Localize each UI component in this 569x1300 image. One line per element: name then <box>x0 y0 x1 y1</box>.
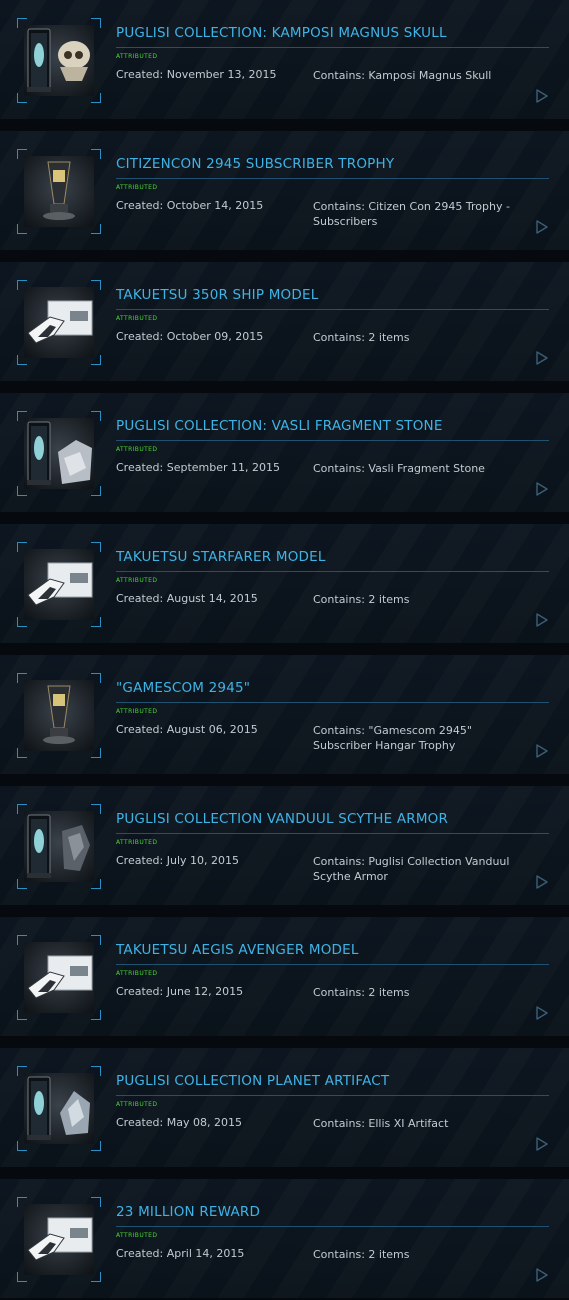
title-divider <box>116 571 549 572</box>
pledge-item[interactable]: TAKUETSU AEGIS AVENGER MODEL ATTRIBUTED Cr… <box>0 917 569 1036</box>
contains-text: Contains: Ellis XI Artifact <box>313 1117 449 1130</box>
status-badge: ATTRIBUTED <box>116 577 158 584</box>
created-date: Created: April 14, 2015 <box>116 1247 245 1260</box>
item-thumbnail <box>17 411 101 496</box>
item-title[interactable]: 23 MILLION REWARD <box>116 1204 260 1220</box>
created-date: Created: May 08, 2015 <box>116 1116 242 1129</box>
display-case-and-armor-image <box>24 811 94 882</box>
contains-text: Contains: Vasli Fragment Stone <box>313 462 485 475</box>
display-case-and-stone-image <box>24 418 94 489</box>
pledge-item[interactable]: PUGLISI COLLECTION: VASLI FRAGMENT STONE… <box>0 393 569 512</box>
pledge-item[interactable]: "GAMESCOM 2945" ATTRIBUTED Created: August… <box>0 655 569 774</box>
title-divider <box>116 964 549 965</box>
item-thumbnail <box>17 1066 101 1151</box>
item-title[interactable]: CITIZENCON 2945 SUBSCRIBER TROPHY <box>116 156 394 172</box>
trophy-image <box>24 680 94 751</box>
created-date: Created: June 12, 2015 <box>116 985 244 998</box>
created-date: Created: November 13, 2015 <box>116 68 277 81</box>
item-title[interactable]: PUGLISI COLLECTION: VASLI FRAGMENT STONE <box>116 418 443 434</box>
play-arrow-icon[interactable] <box>536 481 548 496</box>
status-badge: ATTRIBUTED <box>116 446 158 453</box>
created-date: Created: August 06, 2015 <box>116 723 258 736</box>
contains-text: Contains: Kamposi Magnus Skull <box>313 69 492 82</box>
title-divider <box>116 833 549 834</box>
play-arrow-icon[interactable] <box>536 1267 548 1282</box>
title-divider <box>116 440 549 441</box>
contains-text: Contains: 2 items <box>313 986 410 999</box>
play-arrow-icon[interactable] <box>536 350 548 365</box>
display-case-and-artifact-image <box>24 1073 94 1144</box>
play-arrow-icon[interactable] <box>536 1136 548 1151</box>
title-divider <box>116 1095 549 1096</box>
status-badge: ATTRIBUTED <box>116 53 158 60</box>
pledge-item[interactable]: PUGLISI COLLECTION: KAMPOSI MAGNUS SKULL… <box>0 0 569 119</box>
item-title[interactable]: TAKUETSU STARFARER MODEL <box>116 549 326 565</box>
contains-text: Contains: Puglisi Collection Vanduul Scy… <box>313 855 510 883</box>
pledge-item[interactable]: TAKUETSU 350R SHIP MODEL ATTRIBUTED Create… <box>0 262 569 381</box>
item-title[interactable]: PUGLISI COLLECTION: KAMPOSI MAGNUS SKULL <box>116 25 447 41</box>
play-arrow-icon[interactable] <box>536 88 548 103</box>
created-date: Created: October 14, 2015 <box>116 199 264 212</box>
item-thumbnail <box>17 673 101 758</box>
item-thumbnail <box>17 804 101 889</box>
pledge-item[interactable]: PUGLISI COLLECTION PLANET ARTIFACT ATTRIB… <box>0 1048 569 1167</box>
contains-text: Contains: "Gamescom 2945" Subscriber Han… <box>313 724 472 752</box>
pledge-item[interactable]: 23 MILLION REWARD ATTRIBUTED Created: Apri… <box>0 1179 569 1298</box>
title-divider <box>116 47 549 48</box>
status-badge: ATTRIBUTED <box>116 1232 158 1239</box>
ship-model-box-image <box>24 287 94 358</box>
item-title[interactable]: PUGLISI COLLECTION PLANET ARTIFACT <box>116 1073 389 1089</box>
play-arrow-icon[interactable] <box>536 219 548 234</box>
play-arrow-icon[interactable] <box>536 612 548 627</box>
contains-text: Contains: 2 items <box>313 331 410 344</box>
display-case-and-skull-image <box>24 25 94 96</box>
item-thumbnail <box>17 1197 101 1282</box>
ship-model-box-image <box>24 1204 94 1275</box>
play-arrow-icon[interactable] <box>536 743 548 758</box>
item-thumbnail <box>17 149 101 234</box>
item-thumbnail <box>17 280 101 365</box>
trophy-image <box>24 156 94 227</box>
created-date: Created: October 09, 2015 <box>116 330 264 343</box>
contains-text: Contains: Citizen Con 2945 Trophy - Subs… <box>313 200 510 228</box>
status-badge: ATTRIBUTED <box>116 184 158 191</box>
created-date: Created: August 14, 2015 <box>116 592 258 605</box>
item-title[interactable]: PUGLISI COLLECTION VANDUUL SCYTHE ARMOR <box>116 811 448 827</box>
contains-text: Contains: 2 items <box>313 593 410 606</box>
pledge-item[interactable]: TAKUETSU STARFARER MODEL ATTRIBUTED Create… <box>0 524 569 643</box>
ship-model-box-image <box>24 549 94 620</box>
contains-text: Contains: 2 items <box>313 1248 410 1261</box>
created-date: Created: September 11, 2015 <box>116 461 281 474</box>
ship-model-box-image <box>24 942 94 1013</box>
item-thumbnail <box>17 542 101 627</box>
title-divider <box>116 178 549 179</box>
pledge-item[interactable]: CITIZENCON 2945 SUBSCRIBER TROPHY ATTRIBU… <box>0 131 569 250</box>
status-badge: ATTRIBUTED <box>116 1101 158 1108</box>
status-badge: ATTRIBUTED <box>116 970 158 977</box>
status-badge: ATTRIBUTED <box>116 315 158 322</box>
title-divider <box>116 1226 549 1227</box>
play-arrow-icon[interactable] <box>536 1005 548 1020</box>
pledge-item[interactable]: PUGLISI COLLECTION VANDUUL SCYTHE ARMOR A… <box>0 786 569 905</box>
play-arrow-icon[interactable] <box>536 874 548 889</box>
title-divider <box>116 309 549 310</box>
item-title[interactable]: TAKUETSU 350R SHIP MODEL <box>116 287 318 303</box>
status-badge: ATTRIBUTED <box>116 708 158 715</box>
pledge-list: PUGLISI COLLECTION: KAMPOSI MAGNUS SKULL… <box>0 0 569 1300</box>
item-thumbnail <box>17 18 101 103</box>
created-date: Created: July 10, 2015 <box>116 854 239 867</box>
item-title[interactable]: TAKUETSU AEGIS AVENGER MODEL <box>116 942 359 958</box>
item-thumbnail <box>17 935 101 1020</box>
title-divider <box>116 702 549 703</box>
status-badge: ATTRIBUTED <box>116 839 158 846</box>
item-title[interactable]: "GAMESCOM 2945" <box>116 680 250 696</box>
